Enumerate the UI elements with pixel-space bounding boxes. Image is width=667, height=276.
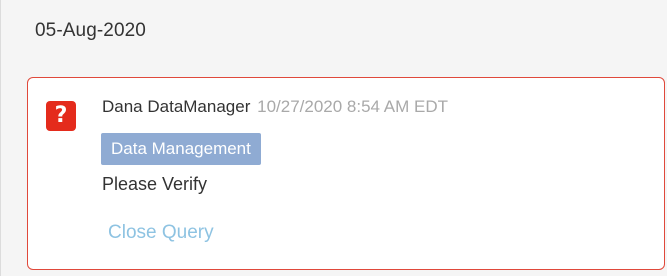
query-timestamp: 10/27/2020 8:54 AM EDT [257, 97, 449, 116]
query-message: Please Verify [102, 174, 208, 194]
query-author-line: Dana DataManager 10/27/2020 8:54 AM EDT [102, 97, 448, 117]
query-panel: 05-Aug-2020 ? Dana DataManager 10/27/202… [0, 0, 667, 276]
close-query-link[interactable]: Close Query [108, 222, 214, 244]
query-card: ? Dana DataManager 10/27/2020 8:54 AM ED… [27, 77, 665, 270]
date-heading: 05-Aug-2020 [35, 20, 146, 41]
author-name: Dana DataManager [102, 97, 251, 116]
role-badge: Data Management [101, 133, 261, 165]
question-mark-icon: ? [46, 101, 76, 131]
